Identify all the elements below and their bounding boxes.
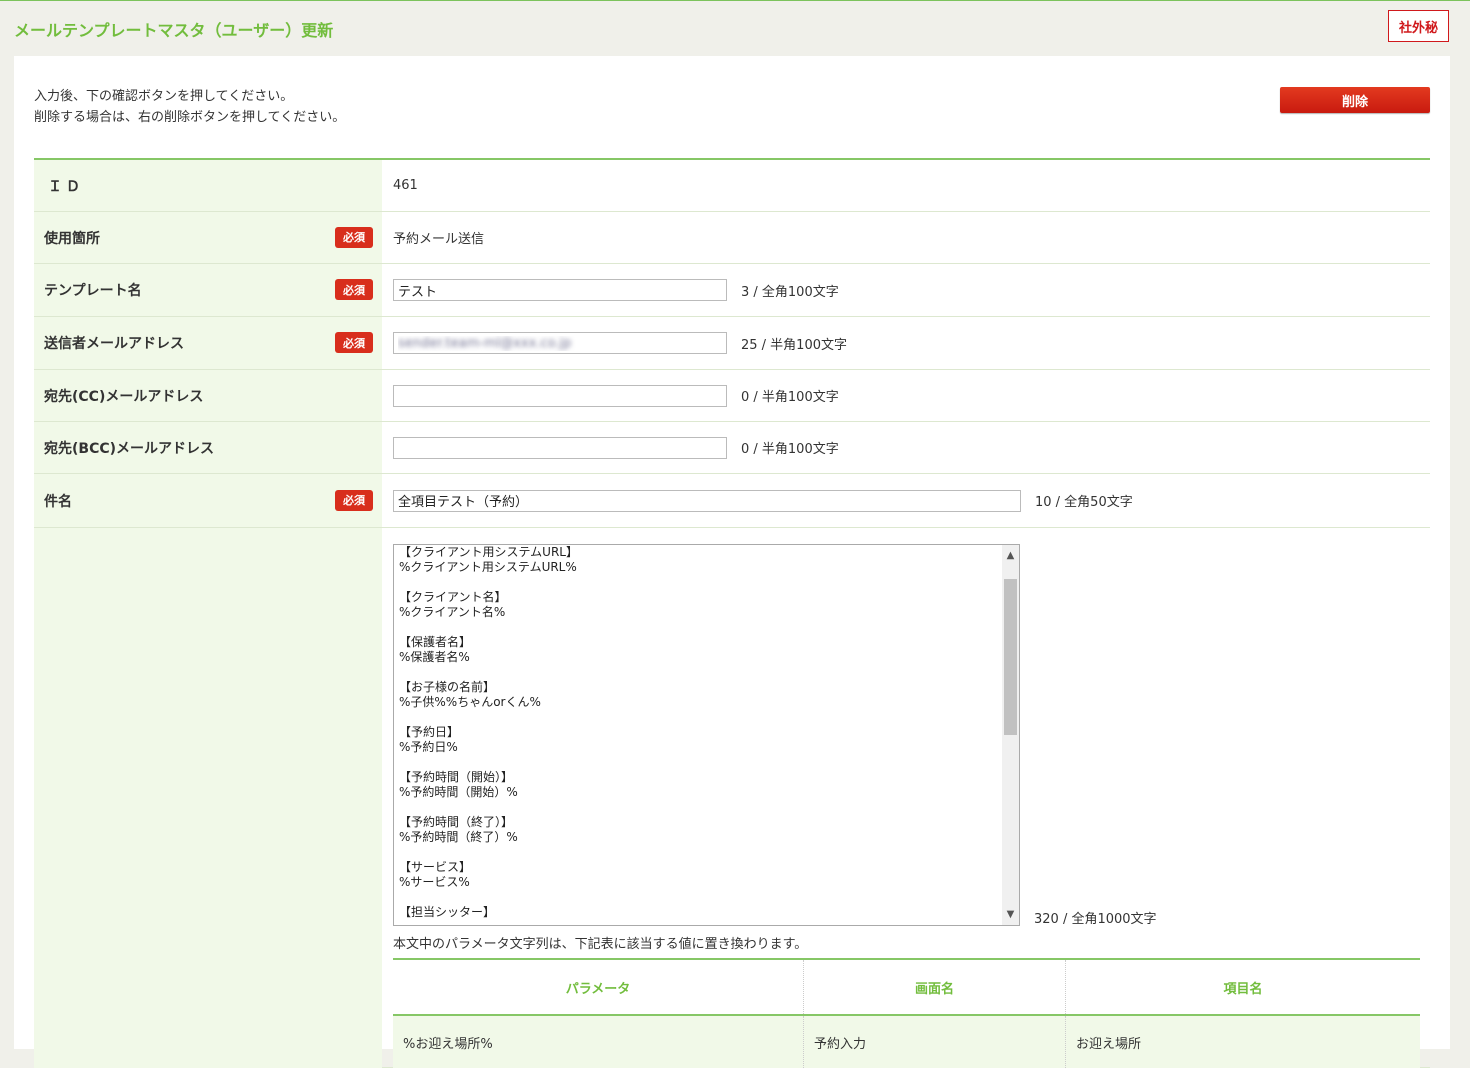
- row-bcc: 宛先(BCC)メールアドレス 0 / 半角100文字: [34, 422, 1430, 474]
- body-scrollbar[interactable]: ▲ ▼: [1002, 545, 1019, 925]
- label-template-name-text: テンプレート名: [44, 283, 142, 299]
- value-bcc: 0 / 半角100文字: [382, 422, 1430, 473]
- page-header: メールテンプレートマスタ（ユーザー）更新 社外秘: [0, 1, 1470, 55]
- subject-input[interactable]: [393, 489, 1021, 512]
- param-cell: %お迎え場所%: [393, 1015, 804, 1068]
- chevron-up-icon[interactable]: ▲: [1002, 547, 1019, 564]
- param-table: パラメータ 画面名 項目名 %お迎え場所% 予約入力 お迎え場所: [393, 958, 1420, 1068]
- required-badge: 必須: [335, 489, 373, 511]
- param-table-header: パラメータ 画面名 項目名: [393, 959, 1420, 1016]
- value-cc: 0 / 半角100文字: [382, 370, 1430, 421]
- row-usage: 使用箇所 必須 予約メール送信: [34, 212, 1430, 264]
- table-row: %お迎え場所% 予約入力 お迎え場所: [393, 1015, 1420, 1068]
- instruction-line-1: 入力後、下の確認ボタンを押してください。: [34, 89, 294, 104]
- row-cc: 宛先(CC)メールアドレス 0 / 半角100文字: [34, 370, 1430, 422]
- value-sender: 25 / 半角100文字: [382, 317, 1430, 369]
- param-cell: お迎え場所: [1065, 1015, 1420, 1068]
- required-badge: 必須: [335, 279, 373, 300]
- sender-email-input[interactable]: [393, 332, 727, 354]
- required-badge: 必須: [335, 226, 373, 248]
- sender-email-counter: 25 / 半角100文字: [741, 337, 847, 353]
- bcc-email-input[interactable]: [393, 436, 727, 459]
- value-subject: 10 / 全角50文字: [382, 474, 1430, 527]
- instruction-line-2: 削除する場合は、右の削除ボタンを押してください。: [34, 110, 346, 125]
- label-usage: 使用箇所 必須: [34, 212, 382, 263]
- label-cc: 宛先(CC)メールアドレス: [34, 370, 382, 421]
- form-table: ＩＤ 461 使用箇所 必須 予約メール送信 テンプレート名 必須 3 / 全角…: [34, 158, 1430, 1068]
- param-note: 本文中のパラメータ文字列は、下記表に該当する値に置き換わります。: [393, 937, 808, 952]
- value-template-name: 3 / 全角100文字: [382, 264, 1430, 316]
- row-subject: 件名 必須 10 / 全角50文字: [34, 474, 1430, 528]
- value-id: 461: [393, 178, 418, 193]
- row-id: ＩＤ 461: [34, 160, 1430, 212]
- label-id: ＩＤ: [34, 160, 382, 211]
- param-header-item: 項目名: [1065, 959, 1420, 1016]
- chevron-down-icon[interactable]: ▼: [1002, 906, 1019, 923]
- page-title: メールテンプレートマスタ（ユーザー）更新: [14, 21, 334, 40]
- label-sender: 送信者メールアドレス 必須: [34, 317, 382, 369]
- label-subject: 件名 必須: [34, 474, 382, 527]
- row-sender: 送信者メールアドレス 必須 25 / 半角100文字: [34, 317, 1430, 370]
- template-name-input[interactable]: [393, 279, 727, 301]
- instructions: 入力後、下の確認ボタンを押してください。 削除する場合は、右の削除ボタンを押して…: [34, 86, 345, 128]
- scroll-thumb[interactable]: [1004, 579, 1017, 735]
- required-badge: 必須: [335, 332, 373, 353]
- label-usage-text: 使用箇所: [44, 230, 100, 247]
- body-counter: 320 / 全角1000文字: [1034, 912, 1157, 927]
- param-cell: 予約入力: [803, 1015, 1066, 1068]
- template-name-counter: 3 / 全角100文字: [741, 284, 839, 300]
- delete-button[interactable]: 削除: [1280, 87, 1430, 113]
- param-header-parameter: パラメータ: [393, 959, 804, 1016]
- form-panel: 入力後、下の確認ボタンを押してください。 削除する場合は、右の削除ボタンを押して…: [14, 56, 1450, 1068]
- label-sender-text: 送信者メールアドレス: [44, 336, 184, 352]
- label-bcc: 宛先(BCC)メールアドレス: [34, 422, 382, 473]
- label-template-name: テンプレート名 必須: [34, 264, 382, 316]
- row-template-name: テンプレート名 必須 3 / 全角100文字: [34, 264, 1430, 317]
- bcc-email-counter: 0 / 半角100文字: [741, 442, 839, 457]
- value-usage: 予約メール送信: [393, 232, 485, 247]
- body-textarea-content: 【クライアント用システムURL】 %クライアント用システムURL% 【クライアン…: [399, 545, 578, 919]
- label-body: [34, 528, 382, 1068]
- confidential-badge: 社外秘: [1388, 10, 1449, 42]
- row-body: 【クライアント用システムURL】 %クライアント用システムURL% 【クライアン…: [34, 528, 1430, 1068]
- label-subject-text: 件名: [44, 493, 72, 510]
- subject-counter: 10 / 全角50文字: [1035, 495, 1133, 510]
- cc-email-input[interactable]: [393, 384, 727, 407]
- param-header-screen: 画面名: [803, 959, 1066, 1016]
- body-textarea[interactable]: 【クライアント用システムURL】 %クライアント用システムURL% 【クライアン…: [393, 544, 1020, 926]
- cc-email-counter: 0 / 半角100文字: [741, 390, 839, 405]
